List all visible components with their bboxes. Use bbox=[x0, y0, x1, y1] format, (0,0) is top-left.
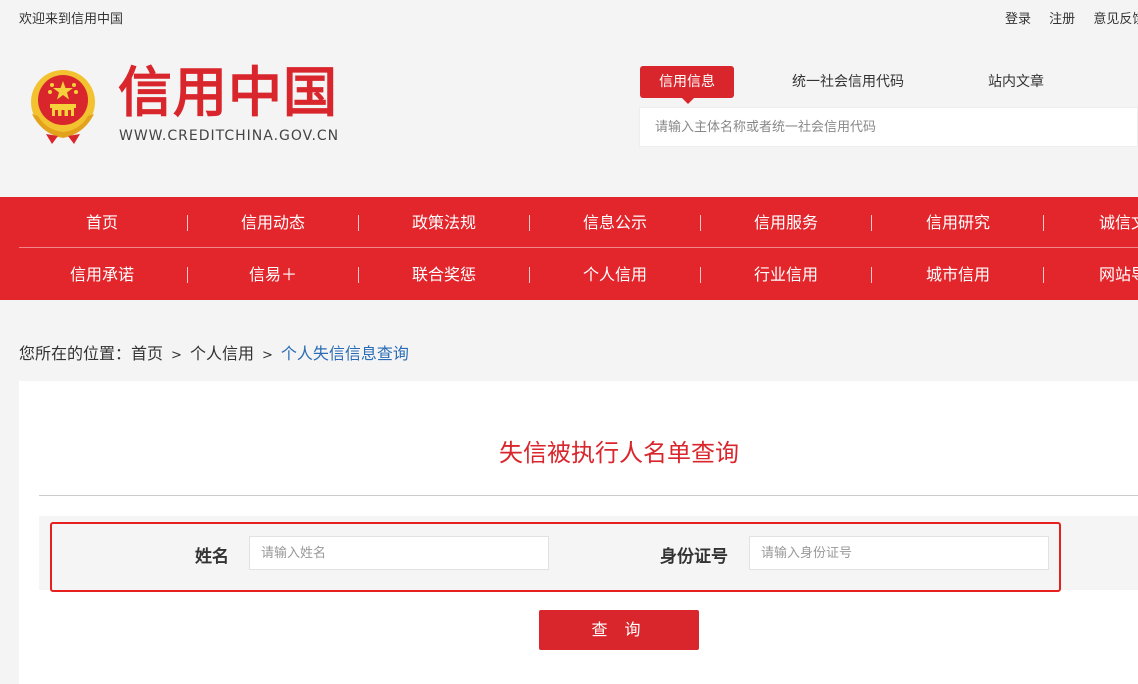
query-button[interactable]: 查 询 bbox=[539, 610, 699, 650]
search-box bbox=[639, 107, 1138, 147]
top-bar: 欢迎来到信用中国 登录 注册 意见反馈 bbox=[0, 0, 1138, 34]
breadcrumb: 您所在的位置：首页 > 个人信用 > 个人失信信息查询 bbox=[19, 340, 409, 364]
page-title: 失信被执行人名单查询 bbox=[499, 439, 739, 467]
breadcrumb-personal-credit[interactable]: 个人信用 bbox=[190, 344, 254, 363]
nav-divider bbox=[358, 215, 359, 231]
search-input[interactable] bbox=[640, 108, 1137, 146]
feedback-link[interactable]: 意见反馈 bbox=[1093, 12, 1138, 27]
nav-divider bbox=[529, 215, 530, 231]
nav-divider bbox=[871, 215, 872, 231]
nav-divider bbox=[358, 267, 359, 283]
login-link[interactable]: 登录 bbox=[1005, 12, 1031, 27]
nav-divider bbox=[187, 267, 188, 283]
national-emblem-icon bbox=[31, 70, 95, 144]
title-divider bbox=[39, 495, 1138, 496]
breadcrumb-prefix: 您所在的位置： bbox=[19, 344, 132, 363]
name-label: 姓名 bbox=[195, 547, 229, 567]
nav-item-xinyi-plus[interactable]: 信易＋ bbox=[190, 249, 356, 300]
nav-item-site-nav[interactable]: 网站导航 bbox=[1054, 249, 1138, 300]
nav-divider bbox=[529, 267, 530, 283]
nav-divider bbox=[1043, 215, 1044, 231]
nav-item-industry-credit[interactable]: 行业信用 bbox=[703, 249, 869, 300]
welcome-text: 欢迎来到信用中国 bbox=[19, 12, 124, 27]
nav-item-credit-commitment[interactable]: 信用承诺 bbox=[19, 249, 185, 300]
nav-item-credit-research[interactable]: 信用研究 bbox=[875, 197, 1041, 248]
id-number-input[interactable] bbox=[750, 537, 1048, 569]
register-link[interactable]: 注册 bbox=[1049, 12, 1075, 27]
site-url-text: WWW.CREDITCHINA.GOV.CN bbox=[119, 128, 340, 144]
nav-item-home[interactable]: 首页 bbox=[19, 197, 185, 248]
main-nav: 首页 信用动态 政策法规 信息公示 信用服务 信用研究 诚信文化 信用承诺 信易… bbox=[0, 197, 1138, 300]
nav-divider bbox=[187, 215, 188, 231]
nav-divider bbox=[700, 215, 701, 231]
nav-item-personal-credit[interactable]: 个人信用 bbox=[532, 249, 698, 300]
breadcrumb-separator: > bbox=[171, 348, 182, 363]
id-number-label: 身份证号 bbox=[660, 547, 728, 567]
breadcrumb-separator: > bbox=[261, 348, 273, 363]
site-logo-text[interactable]: 信用中国 bbox=[118, 62, 338, 124]
search-tab-credit-code[interactable]: 统一社会信用代码 bbox=[792, 66, 904, 98]
name-field bbox=[249, 536, 549, 570]
nav-row-1: 首页 信用动态 政策法规 信息公示 信用服务 信用研究 诚信文化 bbox=[19, 197, 1138, 248]
query-panel: 失信被执行人名单查询 姓名 身份证号 查 询 bbox=[19, 381, 1138, 684]
search-tab-credit-info[interactable]: 信用信息 bbox=[640, 66, 734, 104]
top-links: 登录 注册 意见反馈 bbox=[1005, 8, 1138, 27]
id-number-field bbox=[749, 536, 1049, 570]
nav-item-joint-rewards[interactable]: 联合奖惩 bbox=[361, 249, 527, 300]
nav-item-credit-news[interactable]: 信用动态 bbox=[190, 197, 356, 248]
name-input[interactable] bbox=[250, 537, 548, 569]
nav-item-integrity-culture[interactable]: 诚信文化 bbox=[1054, 197, 1138, 248]
breadcrumb-home[interactable]: 首页 bbox=[131, 344, 163, 363]
nav-item-public-info[interactable]: 信息公示 bbox=[532, 197, 698, 248]
nav-divider bbox=[1043, 267, 1044, 283]
nav-divider bbox=[700, 267, 701, 283]
nav-item-credit-service[interactable]: 信用服务 bbox=[703, 197, 869, 248]
nav-divider bbox=[871, 267, 872, 283]
breadcrumb-current[interactable]: 个人失信信息查询 bbox=[281, 344, 409, 363]
nav-row-2: 信用承诺 信易＋ 联合奖惩 个人信用 行业信用 城市信用 网站导航 bbox=[19, 249, 1138, 300]
nav-item-policy[interactable]: 政策法规 bbox=[361, 197, 527, 248]
search-tab-site-articles[interactable]: 站内文章 bbox=[988, 66, 1044, 98]
nav-item-city-credit[interactable]: 城市信用 bbox=[875, 249, 1041, 300]
